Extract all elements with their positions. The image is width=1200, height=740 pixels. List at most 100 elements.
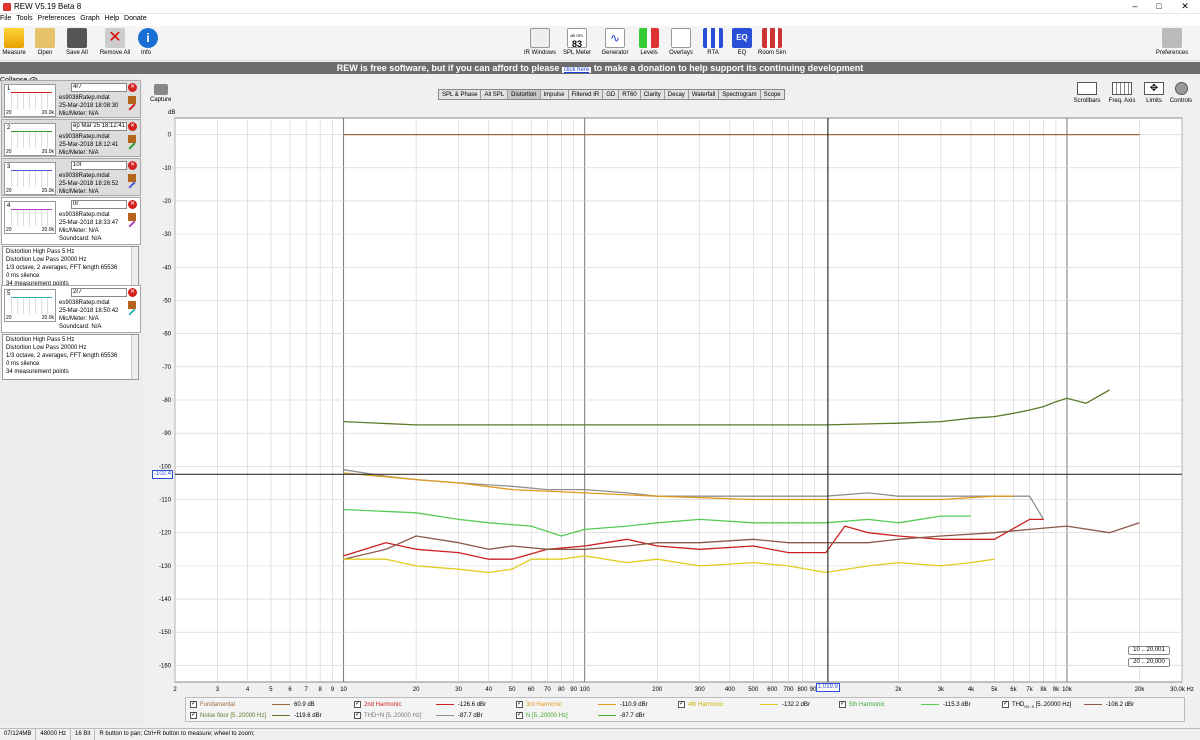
x-tick-label: 600 xyxy=(767,687,778,693)
legend-item-3rd-harmonic[interactable]: ✓ 3rd Harmonic -110.9 dBr xyxy=(516,700,648,710)
checkbox-icon[interactable]: ✓ xyxy=(190,700,197,708)
cursor-y-readout: -102.4 xyxy=(152,470,174,480)
x-tick-label: 30 xyxy=(455,687,462,693)
x-tick-label: 10k xyxy=(1062,687,1073,693)
legend-value: 60.9 dB xyxy=(294,702,315,708)
legend-swatch xyxy=(272,714,290,716)
distortion-graph[interactable]: dB 0-10-20-30-40-50-60-70-80-90-100-110-… xyxy=(0,0,1200,740)
x-tick-label: 200 xyxy=(652,687,663,693)
legend-item-n[interactable]: ✓ N [5..20000 Hz] -87.7 dBr xyxy=(516,711,645,721)
x-tick-label: 5k xyxy=(991,687,998,693)
legend-value: -87.7 dBr xyxy=(458,713,483,719)
x-tick-label: 7k xyxy=(1026,687,1033,693)
zoom-preset-button[interactable]: 10 .. 20,001 xyxy=(1128,646,1170,655)
legend-name: THD+N [5..20000 Hz] xyxy=(364,713,422,719)
legend-value: -87.7 dBr xyxy=(620,713,645,719)
y-tick-label: -80 xyxy=(162,398,171,404)
legend-name: Noise floor [5..20000 Hz] xyxy=(200,713,267,719)
legend-swatch xyxy=(1084,703,1102,705)
x-tick-label: 700 xyxy=(783,687,794,693)
legend-name: THD xyxy=(1012,702,1025,708)
x-tick-label: 8 xyxy=(319,687,323,693)
legend-subscript: H2..9 xyxy=(1024,704,1034,710)
checkbox-icon[interactable]: ✓ xyxy=(190,711,197,719)
x-tick-label: 20k xyxy=(1135,687,1146,693)
status-memory: 07/124MB xyxy=(0,729,37,740)
y-tick-label: 0 xyxy=(168,133,172,139)
checkbox-icon[interactable]: ✓ xyxy=(1002,700,1009,708)
x-tick-label: 60 xyxy=(528,687,535,693)
y-axis-label: dB xyxy=(168,110,175,116)
legend-name: N [5..20000 Hz] xyxy=(526,713,568,719)
y-tick-label: -70 xyxy=(162,365,171,371)
x-tick-label: 80 xyxy=(558,687,565,693)
legend-item-5th-harmonic[interactable]: ✓ 5th Harmonic -115.3 dBr xyxy=(839,700,971,710)
x-tick-label: 6k xyxy=(1010,687,1017,693)
x-tick-label: 4 xyxy=(246,687,250,693)
checkbox-icon[interactable]: ✓ xyxy=(516,711,523,719)
x-tick-label: 300 xyxy=(695,687,706,693)
x-tick-label: 90 xyxy=(570,687,577,693)
legend-swatch xyxy=(436,714,454,716)
y-tick-label: -20 xyxy=(162,199,171,205)
legend-name: 4th Harmonic xyxy=(688,702,724,708)
legend-item-noise-floor[interactable]: ✓ Noise floor [5..20000 Hz] -119.6 dBr xyxy=(190,711,322,721)
x-tick-label: 2 xyxy=(173,687,177,693)
legend-name: 5th Harmonic xyxy=(849,702,885,708)
legend-name: 2nd Harmonic xyxy=(364,702,402,708)
y-tick-label: -110 xyxy=(159,498,171,504)
x-tick-label: 50 xyxy=(509,687,516,693)
legend-value: -108.2 dBr xyxy=(1106,702,1135,708)
legend-item-2nd-harmonic[interactable]: ✓ 2nd Harmonic -126.6 dBr xyxy=(354,700,486,710)
y-tick-label: -50 xyxy=(162,298,171,304)
y-tick-label: -60 xyxy=(162,332,171,338)
x-tick-label: 30.0k Hz xyxy=(1170,687,1194,693)
legend-item-4th-harmonic[interactable]: ✓ 4th Harmonic -132.2 dBr xyxy=(678,700,810,710)
x-tick-label: 800 xyxy=(797,687,808,693)
y-tick-label: -150 xyxy=(159,630,172,636)
cursor-x-readout: 1,019.9 xyxy=(815,683,840,692)
status-bar: 07/124MB 48000 Hz 16 Bit R button to pan; C… xyxy=(0,728,1200,740)
checkbox-icon[interactable]: ✓ xyxy=(354,711,361,719)
y-tick-label: -140 xyxy=(159,597,172,603)
x-tick-label: 9 xyxy=(331,687,335,693)
x-tick-labels: 2 3 4 5 6 7 8 9 10 20 30 40 50 60 70 80 90 100 200 300 400 50… xyxy=(173,687,1194,693)
checkbox-icon[interactable]: ✓ xyxy=(516,700,523,708)
x-tick-label: 3k xyxy=(938,687,945,693)
x-tick-label: 20 xyxy=(413,687,420,693)
legend-value: -115.3 dBr xyxy=(943,702,971,708)
legend-swatch xyxy=(760,703,778,705)
x-tick-label: 9k xyxy=(1053,687,1060,693)
x-tick-label: 7 xyxy=(305,687,309,693)
legend-value: -132.2 dBr xyxy=(782,702,811,708)
y-tick-label: -40 xyxy=(162,265,171,271)
y-tick-label: -120 xyxy=(159,531,172,537)
x-tick-label: 100 xyxy=(580,687,591,693)
status-hint: R button to pan; Ctrl+R button to measur… xyxy=(99,731,255,737)
legend-item-thd-n[interactable]: ✓ THD+N [5..20000 Hz] -87.7 dBr xyxy=(354,711,483,721)
x-tick-label: 10 xyxy=(340,687,347,693)
legend-name: 3rd Harmonic xyxy=(526,702,563,708)
x-tick-label: 500 xyxy=(748,687,759,693)
zoom-preset-button[interactable]: 20 .. 20,000 xyxy=(1128,658,1170,667)
x-tick-label: 5 xyxy=(269,687,273,693)
legend-item-thd[interactable]: ✓ THDH2..9 [5..20000 Hz] -108.2 dBr xyxy=(1002,700,1134,710)
y-tick-label: -90 xyxy=(162,431,171,437)
x-tick-label: 400 xyxy=(725,687,736,693)
legend-swatch xyxy=(272,703,290,705)
legend-swatch xyxy=(598,703,616,705)
checkbox-icon[interactable]: ✓ xyxy=(354,700,361,708)
legend-swatch xyxy=(436,703,454,705)
y-tick-labels: 0-10-20-30-40-50-60-70-80-90-100-110-120… xyxy=(159,133,172,670)
legend: ✓ Fundamental 60.9 dB ✓ 2nd Harmonic -126.6 … xyxy=(185,697,1185,722)
checkbox-icon[interactable]: ✓ xyxy=(678,700,685,708)
status-bitdepth: 16 Bit xyxy=(71,729,96,740)
legend-item-fundamental[interactable]: ✓ Fundamental 60.9 dB xyxy=(190,700,315,710)
legend-name-tail: [5..20000 Hz] xyxy=(1033,702,1072,708)
y-tick-label: -130 xyxy=(159,564,172,570)
checkbox-icon[interactable]: ✓ xyxy=(839,700,846,708)
y-tick-label: -10 xyxy=(162,166,171,172)
legend-value: -126.6 dBr xyxy=(458,702,487,708)
y-tick-label: -160 xyxy=(159,663,172,669)
x-tick-label: 2k xyxy=(895,687,902,693)
